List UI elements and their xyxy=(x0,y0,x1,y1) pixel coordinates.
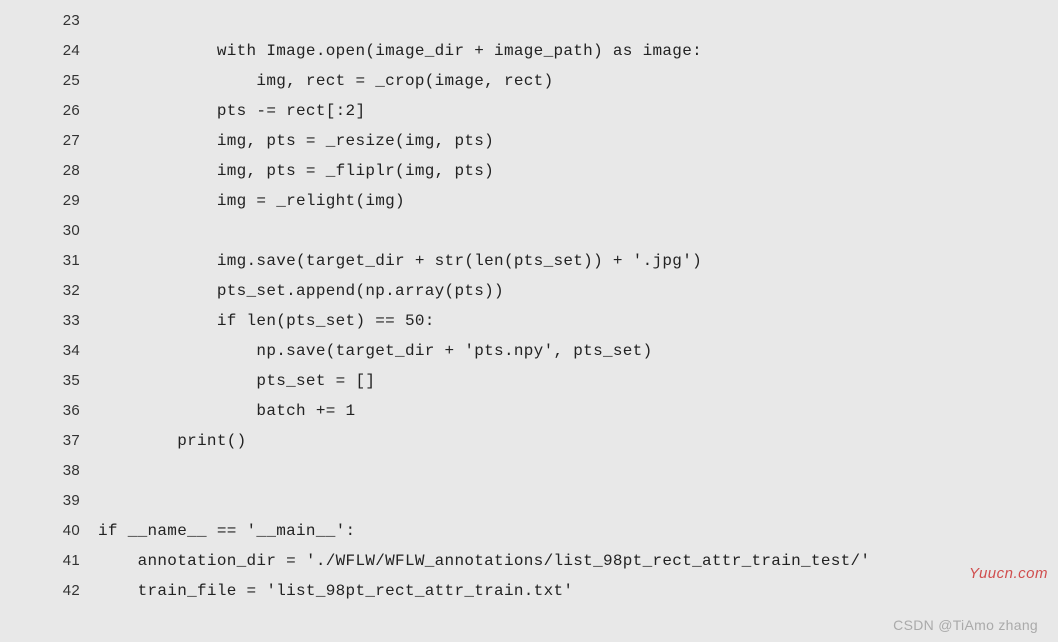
watermark-author: CSDN @TiAmo zhang xyxy=(893,610,1038,640)
line-number: 33 xyxy=(50,306,80,336)
line-number: 26 xyxy=(50,96,80,126)
code-line: 30 xyxy=(50,216,1058,246)
code-line: 40if __name__ == '__main__': xyxy=(50,516,1058,546)
code-text: pts_set = [] xyxy=(80,366,375,396)
code-text: img, pts = _fliplr(img, pts) xyxy=(80,156,494,186)
line-number: 27 xyxy=(50,126,80,156)
code-line: 23 xyxy=(50,6,1058,36)
code-line: 37 print() xyxy=(50,426,1058,456)
code-line: 34 np.save(target_dir + 'pts.npy', pts_s… xyxy=(50,336,1058,366)
line-number: 24 xyxy=(50,36,80,66)
line-number: 38 xyxy=(50,456,80,486)
line-number: 25 xyxy=(50,66,80,96)
code-line: 41 annotation_dir = './WFLW/WFLW_annotat… xyxy=(50,546,1058,576)
code-text: img, pts = _resize(img, pts) xyxy=(80,126,494,156)
line-number: 31 xyxy=(50,246,80,276)
code-text: with Image.open(image_dir + image_path) … xyxy=(80,36,702,66)
line-number: 30 xyxy=(50,216,80,246)
line-number: 35 xyxy=(50,366,80,396)
line-number: 37 xyxy=(50,426,80,456)
line-number: 32 xyxy=(50,276,80,306)
code-line: 38 xyxy=(50,456,1058,486)
line-number: 29 xyxy=(50,186,80,216)
code-text: pts_set.append(np.array(pts)) xyxy=(80,276,504,306)
code-line: 27 img, pts = _resize(img, pts) xyxy=(50,126,1058,156)
line-number: 39 xyxy=(50,486,80,516)
code-text: img.save(target_dir + str(len(pts_set)) … xyxy=(80,246,702,276)
line-number: 41 xyxy=(50,546,80,576)
code-line: 28 img, pts = _fliplr(img, pts) xyxy=(50,156,1058,186)
code-line: 32 pts_set.append(np.array(pts)) xyxy=(50,276,1058,306)
code-text: img, rect = _crop(image, rect) xyxy=(80,66,553,96)
code-line: 29 img = _relight(img) xyxy=(50,186,1058,216)
code-text: np.save(target_dir + 'pts.npy', pts_set) xyxy=(80,336,653,366)
code-text: print() xyxy=(80,426,247,456)
code-text: if __name__ == '__main__': xyxy=(80,516,355,546)
code-text: annotation_dir = './WFLW/WFLW_annotation… xyxy=(80,546,870,576)
code-line: 33 if len(pts_set) == 50: xyxy=(50,306,1058,336)
line-number: 34 xyxy=(50,336,80,366)
code-text: img = _relight(img) xyxy=(80,186,405,216)
code-line: 36 batch += 1 xyxy=(50,396,1058,426)
line-number: 28 xyxy=(50,156,80,186)
code-text: if len(pts_set) == 50: xyxy=(80,306,435,336)
code-line: 31 img.save(target_dir + str(len(pts_set… xyxy=(50,246,1058,276)
code-line: 39 xyxy=(50,486,1058,516)
code-line: 24 with Image.open(image_dir + image_pat… xyxy=(50,36,1058,66)
line-number: 40 xyxy=(50,516,80,546)
code-text: train_file = 'list_98pt_rect_attr_train.… xyxy=(80,576,573,606)
code-line: 25 img, rect = _crop(image, rect) xyxy=(50,66,1058,96)
code-line: 35 pts_set = [] xyxy=(50,366,1058,396)
code-text: batch += 1 xyxy=(80,396,355,426)
code-line: 26 pts -= rect[:2] xyxy=(50,96,1058,126)
line-number: 42 xyxy=(50,576,80,606)
line-number: 23 xyxy=(50,6,80,36)
line-number: 36 xyxy=(50,396,80,426)
watermark-site: Yuucn.com xyxy=(969,559,1048,589)
code-text: pts -= rect[:2] xyxy=(80,96,365,126)
code-block: 2324 with Image.open(image_dir + image_p… xyxy=(0,0,1058,606)
code-line: 42 train_file = 'list_98pt_rect_attr_tra… xyxy=(50,576,1058,606)
